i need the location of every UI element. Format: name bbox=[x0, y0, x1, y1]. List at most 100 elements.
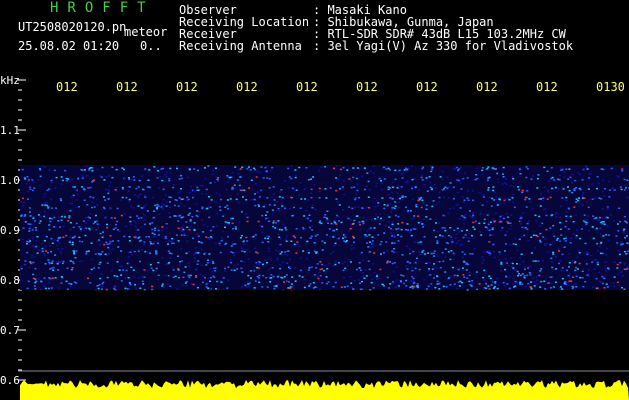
signal-pixel bbox=[412, 277, 415, 280]
signal-pixel bbox=[375, 213, 378, 216]
signal-pixel bbox=[449, 182, 452, 184]
signal-pixel bbox=[335, 177, 338, 179]
signal-pixel bbox=[439, 266, 442, 269]
signal-pixel bbox=[261, 241, 264, 244]
signal-pixel bbox=[540, 193, 542, 195]
signal-pixel bbox=[348, 258, 351, 261]
signal-pixel bbox=[429, 262, 432, 264]
signal-pixel bbox=[573, 189, 576, 192]
signal-pixel bbox=[391, 221, 394, 223]
signal-pixel bbox=[391, 208, 393, 211]
signal-pixel bbox=[377, 234, 380, 236]
signal-pixel bbox=[254, 280, 257, 282]
signal-pixel bbox=[475, 271, 478, 273]
signal-pixel bbox=[487, 223, 490, 226]
signal-pixel bbox=[376, 218, 378, 221]
signal-pixel bbox=[520, 236, 523, 238]
signal-pixel bbox=[393, 235, 396, 237]
signal-pixel bbox=[549, 287, 552, 289]
signal-pixel bbox=[129, 223, 132, 225]
signal-pixel bbox=[300, 237, 302, 239]
signal-pixel bbox=[327, 222, 329, 224]
signal-pixel bbox=[542, 260, 544, 262]
signal-pixel bbox=[517, 274, 519, 277]
signal-pixel bbox=[438, 196, 441, 199]
signal-pixel bbox=[195, 202, 198, 205]
signal-pixel bbox=[157, 205, 160, 207]
signal-pixel bbox=[44, 245, 47, 247]
signal-pixel bbox=[108, 253, 111, 255]
signal-pixel bbox=[189, 226, 192, 228]
signal-pixel bbox=[576, 268, 579, 270]
signal-pixel bbox=[597, 182, 600, 185]
signal-pixel bbox=[234, 166, 237, 168]
signal-pixel bbox=[533, 285, 536, 287]
signal-pixel bbox=[65, 280, 68, 283]
signal-pixel bbox=[209, 182, 212, 184]
signal-pixel bbox=[424, 253, 427, 255]
signal-pixel bbox=[57, 248, 60, 250]
signal-pixel bbox=[400, 235, 403, 238]
signal-pixel bbox=[474, 220, 477, 223]
signal-pixel bbox=[380, 179, 382, 182]
signal-pixel bbox=[236, 179, 239, 181]
signal-pixel bbox=[318, 190, 321, 193]
signal-pixel bbox=[411, 187, 413, 190]
signal-pixel bbox=[591, 226, 594, 228]
signal-pixel bbox=[303, 228, 306, 231]
signal-pixel bbox=[250, 277, 252, 279]
signal-pixel bbox=[557, 248, 560, 250]
signal-pixel bbox=[91, 201, 94, 204]
signal-pixel bbox=[254, 204, 257, 207]
signal-pixel bbox=[146, 210, 149, 212]
signal-pixel bbox=[445, 286, 448, 288]
signal-pixel bbox=[539, 225, 542, 227]
signal-pixel bbox=[291, 215, 294, 217]
signal-pixel bbox=[393, 248, 396, 250]
signal-pixel bbox=[332, 229, 335, 232]
signal-pixel bbox=[78, 260, 81, 262]
signal-pixel bbox=[156, 177, 159, 179]
signal-pixel bbox=[133, 275, 136, 278]
signal-pixel bbox=[391, 198, 394, 200]
signal-pixel bbox=[146, 251, 148, 253]
signal-pixel bbox=[108, 190, 111, 192]
signal-pixel bbox=[496, 172, 499, 175]
signal-pixel bbox=[155, 267, 158, 270]
signal-pixel bbox=[141, 175, 143, 177]
signal-pixel bbox=[495, 201, 498, 204]
signal-pixel bbox=[439, 235, 442, 238]
signal-pixel bbox=[607, 239, 610, 242]
signal-pixel bbox=[526, 190, 529, 192]
signal-pixel bbox=[406, 181, 409, 184]
signal-pixel bbox=[27, 190, 30, 193]
signal-pixel bbox=[167, 275, 170, 277]
signal-pixel bbox=[249, 169, 252, 171]
signal-pixel bbox=[544, 238, 547, 240]
signal-pixel bbox=[83, 199, 86, 201]
signal-pixel bbox=[355, 193, 358, 195]
signal-pixel bbox=[414, 187, 417, 190]
signal-pixel bbox=[411, 227, 414, 230]
signal-pixel bbox=[603, 188, 606, 190]
signal-pixel bbox=[548, 180, 550, 182]
signal-pixel bbox=[494, 168, 497, 170]
signal-pixel bbox=[307, 179, 310, 181]
signal-pixel bbox=[533, 281, 536, 283]
signal-pixel bbox=[459, 207, 462, 209]
signal-pixel bbox=[287, 167, 290, 170]
signal-pixel bbox=[44, 250, 47, 252]
signal-pixel bbox=[551, 261, 553, 263]
signal-pixel bbox=[149, 263, 152, 266]
signal-pixel bbox=[458, 218, 461, 220]
signal-pixel bbox=[275, 249, 278, 252]
signal-pixel bbox=[391, 242, 394, 244]
signal-pixel bbox=[195, 247, 198, 249]
signal-pixel bbox=[460, 167, 462, 169]
signal-pixel bbox=[484, 272, 487, 274]
signal-pixel bbox=[575, 275, 578, 278]
signal-pixel bbox=[294, 266, 297, 269]
signal-pixel bbox=[69, 222, 72, 224]
signal-pixel bbox=[415, 204, 418, 206]
signal-pixel bbox=[319, 261, 322, 263]
